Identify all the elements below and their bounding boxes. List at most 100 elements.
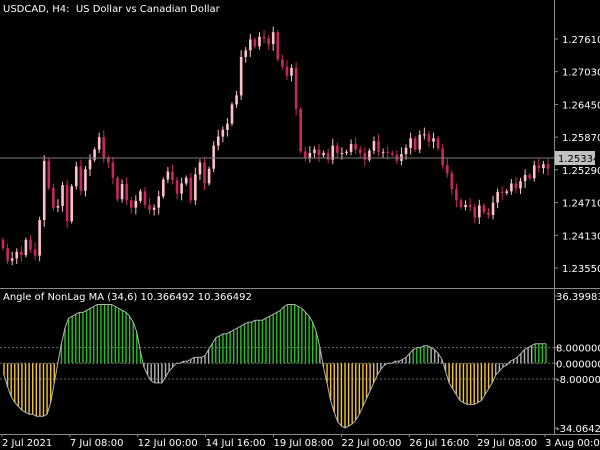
- candle-body: [299, 108, 302, 152]
- candle-body: [189, 177, 193, 201]
- candle-body: [290, 67, 293, 76]
- candle-body: [464, 204, 467, 208]
- price-tick-label: 1.27610: [562, 35, 600, 46]
- candle-body: [84, 169, 87, 191]
- candle-body: [523, 174, 527, 182]
- candle-body: [249, 39, 252, 51]
- price-tick-label: 1.23550: [562, 264, 600, 275]
- candle-body: [441, 148, 444, 166]
- candle-body: [33, 249, 37, 256]
- candle-body: [88, 159, 92, 170]
- candle-body: [345, 151, 348, 153]
- candle-body: [253, 39, 257, 47]
- indicator-header: Angle of NonLag MA (34,6) 10.366492 10.3…: [3, 292, 252, 303]
- candle-body: [381, 151, 385, 153]
- time-tick-label: 29 Jul 08:00: [477, 438, 537, 449]
- candle-body: [354, 143, 357, 150]
- candle-body: [230, 104, 234, 124]
- candle-body: [294, 67, 298, 109]
- price-chart[interactable]: 1.27610 1.27030 1.26450 1.25870 1.25290 1.247…: [0, 0, 600, 288]
- candle-body: [157, 196, 161, 208]
- candle-body: [537, 165, 541, 169]
- candle-body: [221, 129, 225, 137]
- candle-body: [97, 137, 101, 150]
- time-tick-label: 14 Jul 16:00: [206, 438, 266, 449]
- price-tick-label: 1.25290: [562, 166, 600, 177]
- candle-body: [404, 147, 408, 155]
- candle-body: [514, 183, 518, 189]
- candle-body: [56, 205, 60, 208]
- candle-body: [262, 36, 266, 39]
- candle-body: [459, 200, 463, 208]
- candle-body: [171, 171, 174, 181]
- candle-body: [203, 162, 206, 184]
- candle-body: [74, 166, 78, 187]
- time-tick-label: 2 Jul 2021: [2, 438, 52, 449]
- candle-body: [372, 141, 376, 151]
- candle-body: [258, 36, 261, 47]
- candle-body: [532, 165, 536, 179]
- candle-body: [79, 166, 83, 191]
- candle-body: [70, 186, 73, 222]
- candle-body: [125, 183, 128, 201]
- candle-body: [546, 164, 550, 169]
- candle-body: [20, 251, 23, 256]
- candle-body: [491, 202, 495, 215]
- candle-body: [47, 160, 51, 188]
- indicator-chart[interactable]: 36.399836 8.000000 0.000000 -8.000000 -34.06…: [0, 288, 600, 434]
- indicator-tick-label: 36.399836: [556, 292, 600, 303]
- candle-body: [102, 137, 106, 159]
- time-axis: 2 Jul 2021 7 Jul 08:00 12 Jul 00:00 14 Jul …: [0, 434, 600, 449]
- candle-body: [326, 152, 330, 160]
- time-tick-label: 3 Aug 00:00: [545, 438, 600, 449]
- candle-body: [107, 158, 110, 163]
- candle-body: [116, 177, 119, 200]
- candle-body: [166, 171, 170, 180]
- candle-body: [61, 185, 64, 206]
- candle-body: [445, 165, 449, 174]
- candle-body: [29, 239, 32, 250]
- candle-body: [500, 191, 504, 193]
- candle-body: [244, 50, 248, 58]
- indicator-tick-label: 0.000000: [556, 359, 600, 370]
- candle-body: [152, 207, 156, 210]
- candle-body: [271, 32, 275, 45]
- candle-body: [427, 134, 431, 142]
- candle-body: [358, 149, 362, 153]
- candle-body: [10, 258, 14, 261]
- time-tick-label: 26 Jul 16:00: [409, 438, 469, 449]
- candle-body: [129, 200, 133, 208]
- time-axis-labels: 2 Jul 2021 7 Jul 08:00 12 Jul 00:00 14 Jul …: [1, 434, 600, 449]
- candle-body: [285, 66, 289, 76]
- candle-body: [528, 174, 531, 179]
- candle-body: [143, 191, 147, 205]
- candle-body: [24, 239, 28, 256]
- candle-body: [473, 207, 477, 218]
- candle-body: [161, 179, 165, 197]
- candle-body: [281, 59, 284, 67]
- price-tick-label: 1.24130: [562, 231, 600, 242]
- candle-body: [468, 204, 472, 208]
- candle-body: [336, 145, 339, 153]
- candle-body: [194, 174, 197, 201]
- candle-body: [1, 239, 5, 249]
- candle-body: [400, 154, 403, 161]
- candle-body: [386, 151, 390, 153]
- candle-body: [390, 152, 394, 155]
- candle-body: [184, 177, 188, 184]
- candle-body: [65, 185, 69, 222]
- candle-body: [409, 138, 412, 148]
- candle-body: [134, 200, 138, 208]
- candle-body: [496, 191, 499, 203]
- time-tick-label: 7 Jul 08:00: [70, 438, 124, 449]
- candle-body: [6, 248, 9, 261]
- candle-body: [212, 145, 215, 169]
- current-price-label: 1.25334: [558, 154, 599, 165]
- time-tick-label: 22 Jul 00:00: [341, 438, 401, 449]
- candle-body: [267, 38, 270, 45]
- candle-body: [482, 205, 486, 213]
- candle-body: [303, 151, 307, 159]
- candle-body: [198, 162, 202, 175]
- candle-body: [235, 95, 238, 105]
- candle-body: [413, 138, 417, 150]
